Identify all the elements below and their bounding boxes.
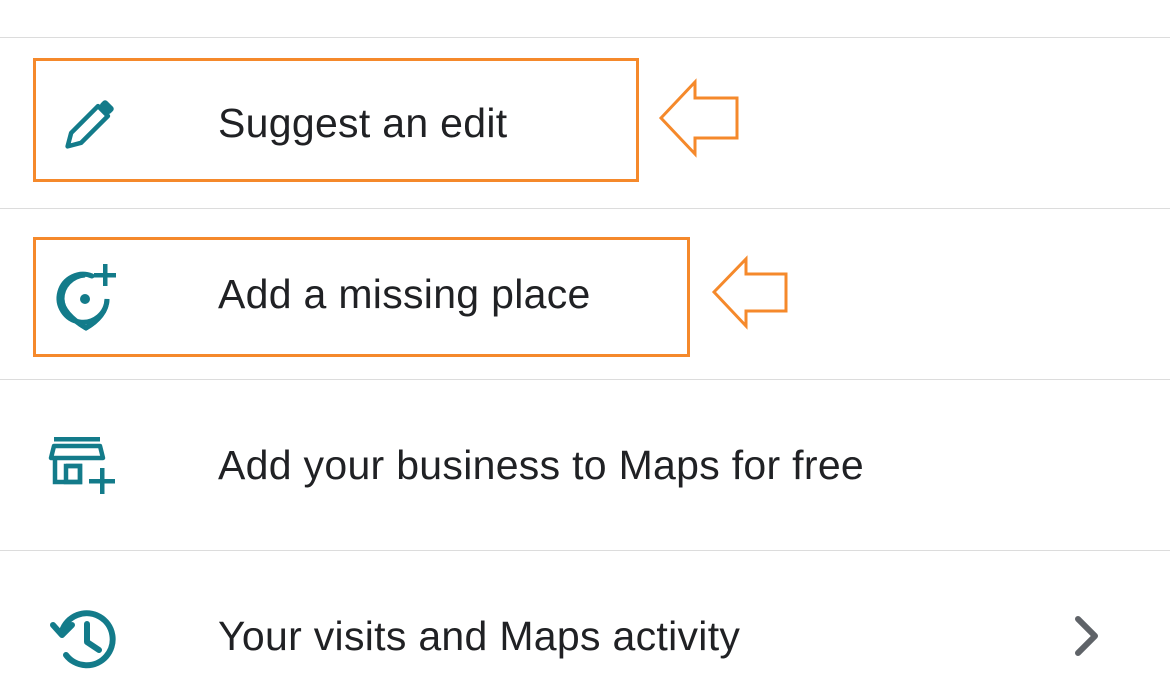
menu-item-visits-activity[interactable]: Your visits and Maps activity <box>0 551 1170 689</box>
chevron-right-icon <box>1068 611 1108 661</box>
menu-item-add-business[interactable]: Add your business to Maps for free <box>0 380 1170 551</box>
menu-item-label: Suggest an edit <box>218 100 508 146</box>
menu-item-label: Your visits and Maps activity <box>218 613 741 659</box>
menu-item-suggest-edit[interactable]: Suggest an edit <box>0 38 1170 209</box>
menu-item-add-missing-place[interactable]: Add a missing place <box>0 209 1170 380</box>
pencil-icon <box>48 86 124 162</box>
menu-item-label: Add your business to Maps for free <box>218 442 865 488</box>
add-place-pin-icon <box>48 257 124 333</box>
storefront-add-icon <box>48 428 124 504</box>
history-icon <box>48 599 124 675</box>
menu-item-label: Add a missing place <box>218 271 591 317</box>
settings-menu: Suggest an edit Add a missing place Add … <box>0 0 1170 689</box>
